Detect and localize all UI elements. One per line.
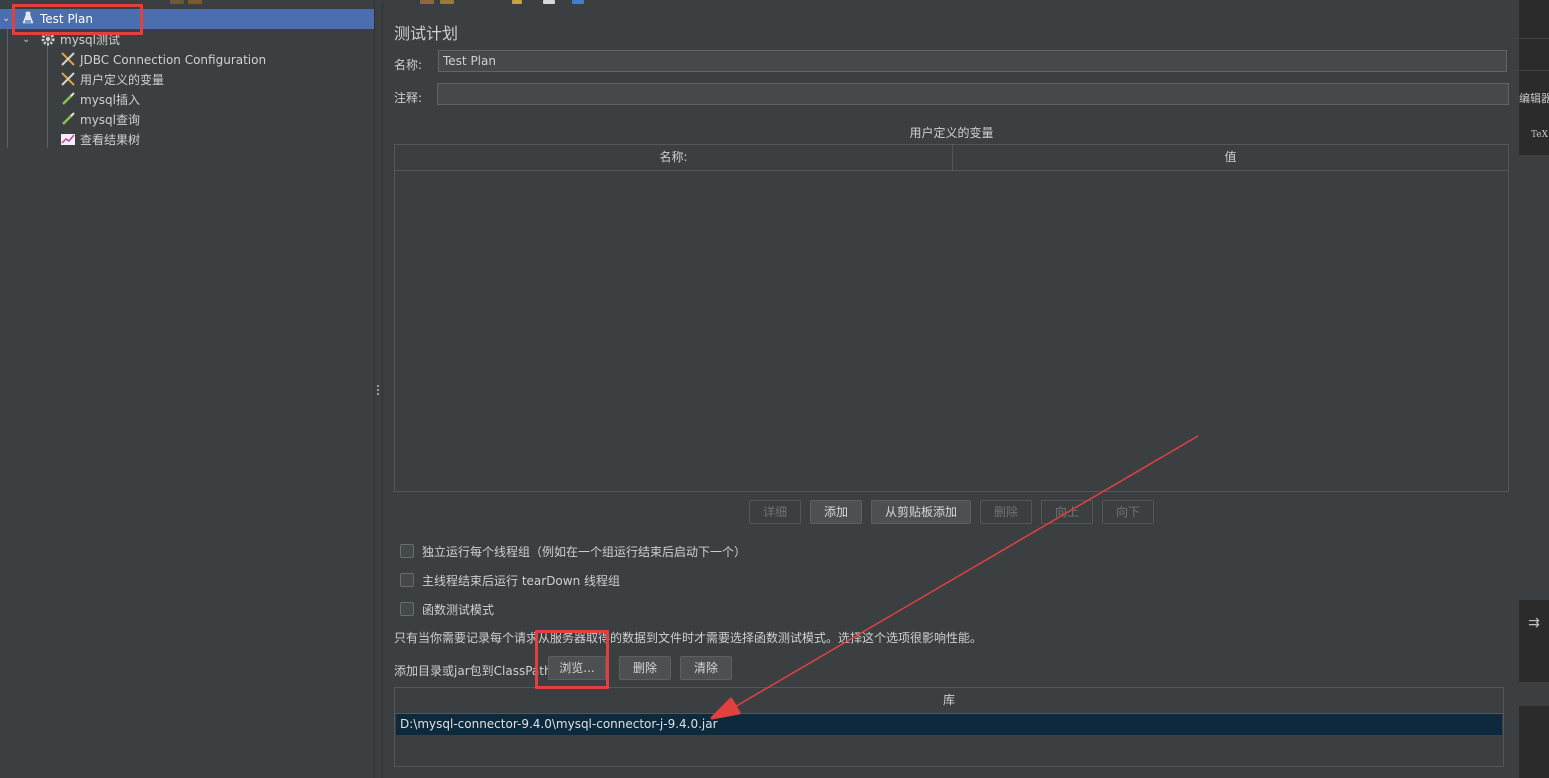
- name-label: 名称:: [394, 58, 423, 72]
- option-label: 函数测试模式: [422, 603, 495, 617]
- column-header-name[interactable]: 名称:: [395, 145, 952, 170]
- table-header: 名称: 值: [395, 145, 1508, 171]
- detail-button[interactable]: 详细: [749, 500, 801, 524]
- listener-chart-icon: [61, 134, 75, 145]
- tex-label[interactable]: TeX: [1531, 130, 1548, 140]
- tree-item-user-vars[interactable]: 用户定义的变量: [60, 70, 164, 90]
- option-teardown-on-shutdown[interactable]: 主线程结束后运行 tearDown 线程组: [400, 571, 620, 591]
- table-row[interactable]: D:\mysql-connector-9.4.0\mysql-connector…: [396, 714, 1502, 735]
- classpath-library-table[interactable]: 库 D:\mysql-connector-9.4.0\mysql-connect…: [394, 687, 1504, 767]
- tree-item-mysql-query[interactable]: mysql查询: [60, 110, 140, 130]
- tree-item-label: mysql插入: [80, 93, 140, 107]
- highlight-box-test-plan: [12, 4, 143, 35]
- tree-item-label: mysql查询: [80, 113, 140, 127]
- checkbox[interactable]: [400, 544, 414, 558]
- option-label: 主线程结束后运行 tearDown 线程组: [422, 574, 621, 588]
- checkbox[interactable]: [400, 602, 414, 616]
- pipette-sampler-icon: [62, 92, 75, 105]
- comment-label: 注释:: [394, 91, 423, 105]
- tree-item-label: 用户定义的变量: [80, 73, 165, 87]
- comment-field[interactable]: [437, 83, 1509, 105]
- toolbar-icon[interactable]: [512, 0, 522, 4]
- chevron-down-icon[interactable]: ⌄: [2, 9, 10, 29]
- user-vars-table[interactable]: 名称: 值: [394, 144, 1509, 492]
- delete-button[interactable]: 删除: [980, 500, 1032, 524]
- strip-band: [1519, 155, 1549, 600]
- toolbar-icon[interactable]: [543, 0, 555, 4]
- toolbar-icon[interactable]: [170, 0, 184, 4]
- move-down-button[interactable]: 向下: [1102, 500, 1154, 524]
- adjacent-window-strip: 编辑器 TeX ⇉: [1519, 0, 1549, 778]
- editor-tab-label[interactable]: 编辑器: [1519, 90, 1549, 106]
- column-header-library[interactable]: 库: [395, 688, 1503, 713]
- toolbar-icon[interactable]: [188, 0, 202, 4]
- classpath-label: 添加目录或jar包到ClassPath: [394, 664, 552, 678]
- classpath-clear-button[interactable]: 清除: [680, 656, 732, 680]
- table-header: 库: [395, 688, 1503, 714]
- name-field[interactable]: Test Plan: [438, 50, 1507, 72]
- checkbox[interactable]: [400, 573, 414, 587]
- tree-item-label: mysql测试: [60, 33, 120, 47]
- config-wrench-icon: [61, 72, 75, 86]
- classpath-delete-button[interactable]: 删除: [619, 656, 671, 680]
- functional-mode-note: 只有当你需要记录每个请求从服务器取得的数据到文件时才需要选择函数测试模式。选择这…: [394, 631, 983, 645]
- tree-item-jdbc-config[interactable]: JDBC Connection Configuration: [60, 50, 266, 70]
- highlight-box-browse: [535, 630, 609, 689]
- option-serialize-thread-groups[interactable]: 独立运行每个线程组（例如在一个组运行结束后启动下一个）: [400, 542, 746, 562]
- option-functional-mode[interactable]: 函数测试模式: [400, 600, 494, 620]
- tree-item-mysql-insert[interactable]: mysql插入: [60, 90, 140, 110]
- move-up-button[interactable]: 向上: [1041, 500, 1093, 524]
- add-from-clipboard-button[interactable]: 从剪贴板添加: [871, 500, 971, 524]
- add-button[interactable]: 添加: [810, 500, 862, 524]
- tree-guide-line: [47, 40, 48, 148]
- tree-item-label: 查看结果树: [80, 133, 141, 147]
- toolbar-icon[interactable]: [440, 0, 454, 4]
- toolbar-icon[interactable]: [420, 0, 434, 4]
- option-label: 独立运行每个线程组（例如在一个组运行结束后启动下一个）: [422, 545, 747, 559]
- tree-item-label: JDBC Connection Configuration: [80, 53, 267, 67]
- pipette-sampler-icon: [62, 112, 75, 125]
- strip-band: [1519, 682, 1549, 706]
- wrap-icon[interactable]: ⇉: [1519, 615, 1549, 635]
- splitter-grip-icon[interactable]: [377, 385, 380, 397]
- test-plan-tree: ⌄ Test Plan ⌄ mysql测试 JDBC Connection Co…: [0, 6, 374, 778]
- column-header-value[interactable]: 值: [953, 145, 1508, 170]
- toolbar-icon[interactable]: [572, 0, 584, 4]
- tree-item-result-tree[interactable]: 查看结果树: [60, 130, 140, 150]
- strip-band: [1519, 70, 1549, 71]
- page-title: 测试计划: [394, 24, 459, 43]
- strip-band: [1519, 38, 1549, 39]
- config-wrench-icon: [61, 52, 75, 66]
- user-vars-title: 用户定义的变量: [909, 126, 994, 140]
